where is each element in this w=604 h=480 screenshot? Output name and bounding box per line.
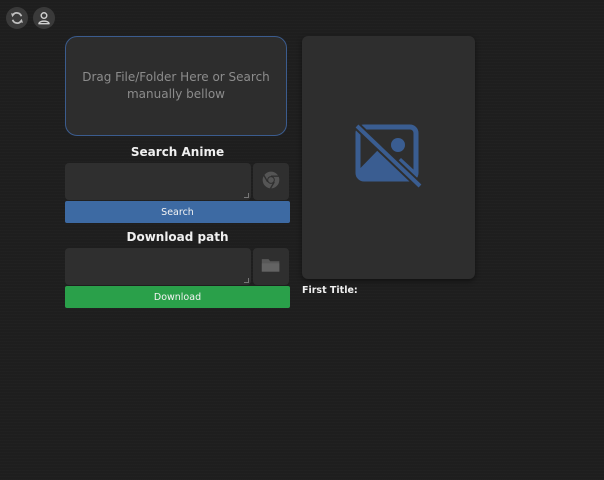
file-drop-zone[interactable]: Drag File/Folder Here or Search manually… [65,36,287,136]
account-button[interactable] [33,7,55,29]
search-input[interactable] [65,163,251,200]
first-title-label: First Title: [302,285,358,296]
user-icon [37,11,51,25]
download-button[interactable]: Download [65,286,290,308]
image-off-icon [353,122,424,193]
search-input-resize-grip[interactable] [244,193,249,198]
app-window: Drag File/Folder Here or Search manually… [0,0,604,480]
search-button[interactable]: Search [65,201,290,223]
path-input-resize-grip[interactable] [244,278,249,283]
open-browser-button[interactable] [253,163,289,200]
cover-preview [302,36,475,279]
search-section-title: Search Anime [130,145,225,159]
chrome-icon [261,170,281,194]
drop-zone-hint: Drag File/Folder Here or Search manually… [82,70,270,101]
refresh-button[interactable] [6,7,28,29]
folder-icon [261,256,281,278]
refresh-icon [10,11,24,25]
download-path-input[interactable] [65,248,251,285]
download-path-title: Download path [126,230,229,244]
browse-folder-button[interactable] [253,248,289,285]
